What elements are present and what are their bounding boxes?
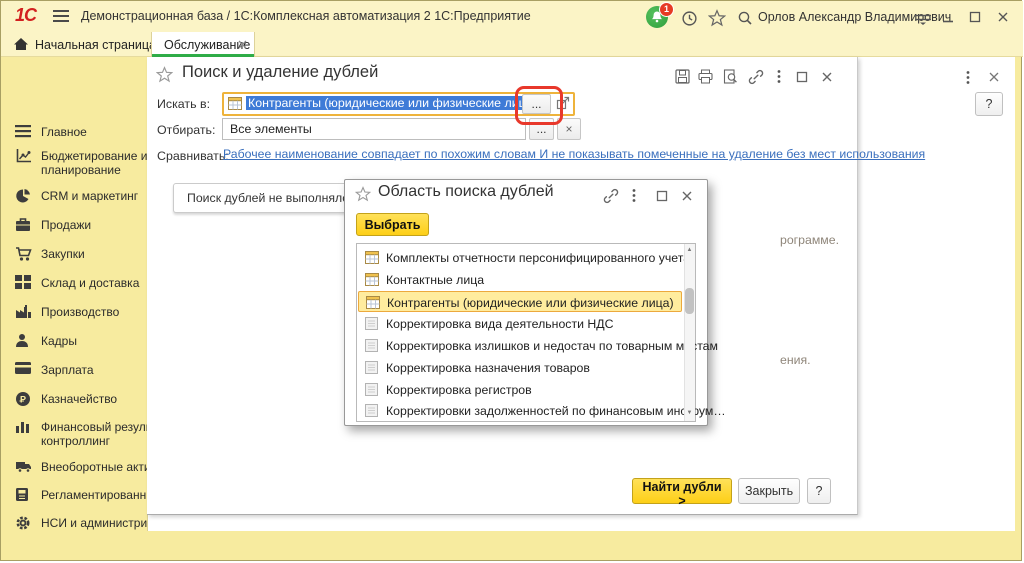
home-tab-label[interactable]: Начальная страница bbox=[35, 38, 156, 52]
modal-title: Область поиска дублей bbox=[378, 183, 554, 201]
select-button[interactable]: Выбрать bbox=[356, 213, 429, 236]
dialog-title: Поиск и удаление дублей bbox=[182, 63, 378, 82]
gear-icon bbox=[15, 515, 32, 531]
dialog-close-icon[interactable] bbox=[821, 71, 833, 83]
maximize-button[interactable] bbox=[969, 11, 981, 23]
more-icon[interactable] bbox=[777, 69, 781, 84]
titlebar: 1С Демонстрационная база / 1С:Комплексна… bbox=[1, 1, 1023, 31]
list-item[interactable]: Корректировка вида деятельности НДС bbox=[358, 313, 682, 334]
1c-logo: 1С bbox=[15, 5, 36, 26]
list-item[interactable]: Корректировка излишков и недостач по тов… bbox=[358, 335, 682, 356]
form-more-icon[interactable] bbox=[966, 70, 970, 85]
modal-more-icon[interactable] bbox=[632, 188, 636, 203]
catalog-icon bbox=[228, 97, 242, 110]
filter-clear-button[interactable]: × bbox=[557, 118, 581, 140]
search-in-browse-button[interactable]: ... bbox=[522, 94, 551, 114]
list-scrollbar[interactable] bbox=[684, 244, 695, 421]
preview-icon[interactable] bbox=[723, 69, 738, 84]
scroll-down-icon[interactable]: ▼ bbox=[685, 410, 694, 416]
ruble-circle-icon: Р bbox=[15, 391, 32, 408]
pie-chart-icon bbox=[15, 188, 32, 205]
close-window-button[interactable] bbox=[997, 11, 1009, 23]
hint-fragment-top: рограмме. bbox=[780, 233, 839, 247]
truck-icon bbox=[15, 459, 32, 476]
list-item[interactable]: Комплекты отчетности персонифицированног… bbox=[358, 247, 682, 268]
document-icon bbox=[365, 361, 378, 374]
factory-icon bbox=[15, 304, 32, 321]
person-icon bbox=[15, 333, 32, 350]
list-item[interactable]: Корректировка назначения товаров bbox=[358, 357, 682, 378]
modal-maximize-icon[interactable] bbox=[656, 190, 668, 202]
service-menu-icon[interactable] bbox=[914, 14, 932, 26]
bar-chart-icon bbox=[15, 419, 32, 436]
print-icon[interactable] bbox=[698, 69, 713, 84]
filter-field[interactable]: Все элементы bbox=[222, 118, 526, 140]
find-duplicates-button[interactable]: Найти дубли > bbox=[632, 478, 732, 504]
catalog-icon bbox=[365, 273, 379, 286]
catalog-icon bbox=[365, 251, 379, 264]
card-icon bbox=[15, 362, 32, 379]
list-item[interactable]: Контактные лица bbox=[358, 269, 682, 290]
history-icon[interactable] bbox=[681, 10, 698, 27]
modal-star-icon[interactable] bbox=[355, 186, 371, 202]
grid-boxes-icon bbox=[15, 275, 32, 292]
favorites-star-icon[interactable] bbox=[708, 9, 726, 27]
svg-text:Р: Р bbox=[20, 395, 26, 405]
sidebar: Главное Бюджетирование и планирование CR… bbox=[1, 57, 147, 531]
form-close-icon[interactable] bbox=[988, 71, 1000, 83]
document-icon bbox=[365, 404, 378, 417]
hint-fragment-bottom: ения. bbox=[780, 353, 811, 367]
scrollbar-thumb[interactable] bbox=[685, 288, 694, 314]
home-icon[interactable] bbox=[13, 37, 29, 51]
close-button[interactable]: Закрыть bbox=[738, 478, 800, 504]
save-icon[interactable] bbox=[675, 69, 690, 84]
scroll-up-icon[interactable]: ▲ bbox=[685, 247, 694, 253]
minimize-button[interactable] bbox=[942, 12, 954, 24]
modal-close-icon[interactable] bbox=[681, 190, 693, 202]
modal-link-icon[interactable] bbox=[603, 188, 619, 204]
dialog-star-icon[interactable] bbox=[156, 66, 173, 83]
menu-lines-icon bbox=[15, 124, 32, 141]
list-item[interactable]: Корректировки задолженностей по финансов… bbox=[358, 400, 682, 421]
document-icon bbox=[365, 383, 378, 396]
help-button[interactable]: ? bbox=[807, 478, 831, 504]
main-menu-icon[interactable] bbox=[53, 10, 69, 22]
tab-close-icon[interactable] bbox=[238, 40, 247, 49]
search-icon[interactable] bbox=[737, 10, 753, 26]
document-icon bbox=[365, 339, 378, 352]
window-title: Демонстрационная база / 1С:Комплексная а… bbox=[81, 9, 531, 23]
document-icon bbox=[365, 317, 378, 330]
tab-maintenance[interactable]: Обслуживание bbox=[151, 32, 255, 57]
list-item-selected[interactable]: Контрагенты (юридические или физические … bbox=[358, 291, 682, 312]
ledger-icon bbox=[15, 487, 32, 504]
filter-label: Отбирать: bbox=[157, 123, 215, 137]
compare-label: Сравнивать: bbox=[157, 149, 229, 163]
link-icon[interactable] bbox=[748, 69, 764, 85]
notification-badge: 1 bbox=[659, 2, 674, 17]
briefcase-icon bbox=[15, 217, 32, 234]
dialog-maximize-icon[interactable] bbox=[796, 71, 808, 83]
open-in-window-icon[interactable] bbox=[556, 96, 570, 110]
catalog-icon bbox=[366, 296, 380, 309]
compare-rule-link[interactable]: Рабочее наименование совпадает по похожи… bbox=[223, 147, 925, 161]
search-in-label: Искать в: bbox=[157, 97, 210, 111]
filter-value: Все элементы bbox=[230, 122, 312, 136]
search-in-value: Контрагенты (юридические или физические … bbox=[246, 96, 539, 110]
app-window: 1С Демонстрационная база / 1С:Комплексна… bbox=[0, 0, 1022, 561]
side-help-button[interactable]: ? bbox=[975, 92, 1003, 116]
cart-icon bbox=[15, 246, 32, 263]
filter-browse-button[interactable]: ... bbox=[529, 118, 554, 140]
list-item[interactable]: Корректировка регистров bbox=[358, 379, 682, 400]
chart-plan-icon bbox=[15, 148, 32, 165]
